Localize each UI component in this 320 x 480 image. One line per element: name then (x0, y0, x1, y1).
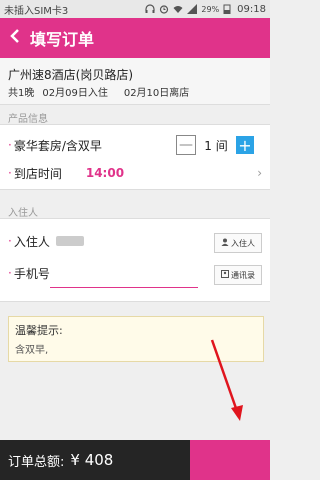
checkout-date: 02月10日离店 (123, 88, 190, 99)
phone-input[interactable] (50, 287, 198, 288)
order-footer: 订单总额: ¥ 408 (0, 440, 270, 480)
total-label: 订单总额: (8, 454, 65, 470)
arrival-time-row[interactable]: · 到店时间 14:00 › (8, 159, 262, 187)
submit-order-button[interactable] (190, 440, 270, 480)
contacts-button[interactable]: 通讯录 (214, 265, 262, 285)
headphones-icon (145, 4, 155, 14)
product-card: · 豪华套房/含双早 — 1 间 + · 到店时间 14:00 › (0, 124, 270, 190)
hotel-summary: 广州速8酒店(岗贝路店) 共1晚 02月09日入住 02月10日离店 (0, 58, 270, 105)
required-marker: · (8, 166, 12, 180)
room-quantity-stepper: — 1 间 + (176, 135, 254, 155)
product-section-label: 产品信息 (8, 114, 48, 125)
status-bar: 未插入SIM卡3 29% 09:18 (0, 0, 270, 18)
arrival-time-label: 到店时间 (13, 166, 62, 181)
room-type: 豪华套房/含双早 (13, 138, 102, 153)
stay-dates: 共1晚 02月09日入住 02月10日离店 (8, 84, 189, 99)
phone-label: 手机号 (13, 266, 50, 281)
back-button[interactable] (0, 18, 30, 58)
signal-icon (187, 4, 198, 14)
app-bar: 填写订单 (0, 18, 270, 58)
total-amount: ¥ 408 (70, 451, 114, 469)
battery-icon (223, 4, 233, 15)
hotel-name: 广州速8酒店(岗贝路店) (8, 68, 133, 82)
tips-notice: 温馨提示: 含双早, (8, 316, 264, 362)
alarm-icon (159, 4, 169, 14)
page-title: 填写订单 (30, 30, 95, 49)
wifi-icon (173, 4, 183, 14)
guest-section-label: 入住人 (8, 208, 38, 219)
required-marker: · (8, 138, 12, 152)
decrease-rooms-button[interactable]: — (176, 135, 196, 155)
chevron-left-icon (9, 28, 21, 48)
required-marker: · (8, 234, 12, 248)
required-marker: · (8, 266, 12, 280)
guest-card: · 入住人 入住人 · 手机号 通讯录 (0, 218, 270, 302)
room-type-row: · 豪华套房/含双早 — 1 间 + (8, 131, 262, 159)
chevron-right-icon: › (257, 166, 262, 180)
room-count: 1 间 (204, 138, 228, 153)
nights-count: 共1晚 (8, 88, 35, 99)
notice-detail: 含双早, (15, 345, 49, 356)
select-guest-button[interactable]: 入住人 (214, 233, 262, 253)
increase-rooms-button[interactable]: + (236, 136, 254, 155)
contacts-icon (221, 270, 229, 280)
notice-title: 温馨提示: (15, 324, 63, 337)
guest-name-label: 入住人 (13, 234, 50, 249)
battery-percent: 29% (201, 4, 220, 14)
carrier-text: 未插入SIM卡3 (4, 5, 69, 17)
clock: 09:18 (237, 3, 266, 15)
checkin-date: 02月09日入住 (42, 88, 108, 99)
guest-name-field[interactable] (55, 236, 84, 246)
arrival-time-value: 14:00 (85, 166, 125, 180)
person-icon (221, 238, 229, 248)
